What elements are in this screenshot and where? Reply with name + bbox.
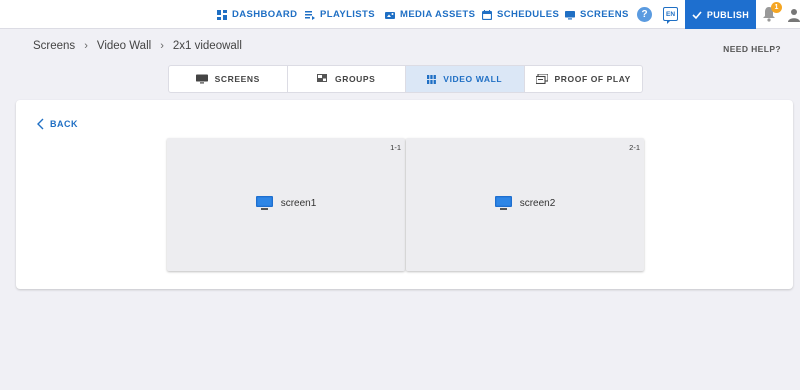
- nav-media-assets[interactable]: MEDIA ASSETS: [385, 0, 475, 29]
- tab-video-wall-label: VIDEO WALL: [443, 74, 503, 84]
- groups-icon: [317, 74, 328, 82]
- nav-playlists-label: PLAYLISTS: [320, 9, 375, 20]
- tab-screens[interactable]: SCREENS: [169, 66, 288, 92]
- chevron-right-icon: ›: [160, 40, 164, 52]
- media-icon: [385, 11, 395, 19]
- nav-media-assets-label: MEDIA ASSETS: [400, 9, 476, 20]
- nav-schedules-label: SCHEDULES: [497, 9, 560, 20]
- nav-screens[interactable]: SCREENS: [565, 0, 629, 29]
- monitor-icon: [195, 74, 208, 84]
- nav-screens-label: SCREENS: [580, 9, 629, 20]
- help-icon[interactable]: ?: [637, 7, 652, 22]
- top-nav-bar: DASHBOARD PLAYLISTS MEDIA ASSETS SCHEDUL…: [0, 0, 800, 29]
- chevron-right-icon: ›: [84, 40, 88, 52]
- tab-proof-of-play-label: PROOF OF PLAY: [554, 74, 631, 84]
- breadcrumb-video-wall[interactable]: Video Wall: [97, 40, 151, 52]
- proof-icon: [535, 74, 548, 84]
- notification-badge: 1: [771, 2, 782, 13]
- tab-screens-label: SCREENS: [214, 74, 260, 84]
- monitor-icon: [494, 196, 512, 210]
- calendar-icon: [482, 9, 492, 20]
- nav-schedules[interactable]: SCHEDULES: [482, 0, 559, 29]
- user-icon[interactable]: [788, 8, 800, 22]
- monitor-icon: [255, 196, 273, 210]
- breadcrumb: Screens › Video Wall › 2x1 videowall: [33, 40, 242, 52]
- publish-label: PUBLISH: [706, 9, 750, 20]
- videowall-cell[interactable]: 1-1 screen1: [167, 138, 405, 271]
- publish-button[interactable]: PUBLISH: [685, 0, 756, 29]
- playlist-icon: [305, 10, 315, 20]
- nav-dashboard[interactable]: DASHBOARD: [217, 0, 297, 29]
- tab-groups-label: GROUPS: [335, 74, 376, 84]
- tab-bar: SCREENS GROUPS VIDEO WALL PROOF OF PLAY: [168, 65, 643, 93]
- back-button[interactable]: BACK: [37, 118, 78, 130]
- cell-position: 1-1: [390, 143, 401, 152]
- tab-proof-of-play[interactable]: PROOF OF PLAY: [525, 66, 643, 92]
- language-selector[interactable]: EN: [663, 7, 678, 24]
- check-icon: [692, 10, 702, 19]
- back-label: BACK: [50, 119, 78, 129]
- videowall-cell[interactable]: 2-1 screen2: [406, 138, 644, 271]
- nav-playlists[interactable]: PLAYLISTS: [305, 0, 375, 29]
- monitor-icon: [565, 10, 575, 19]
- need-help-link[interactable]: NEED HELP?: [723, 44, 781, 54]
- screen-name: screen1: [280, 197, 317, 209]
- breadcrumb-current: 2x1 videowall: [172, 40, 242, 52]
- dashboard-icon: [217, 9, 227, 20]
- grid-icon: [427, 74, 437, 84]
- cell-position: 2-1: [629, 143, 640, 152]
- nav-dashboard-label: DASHBOARD: [232, 9, 298, 20]
- screen-name: screen2: [519, 197, 556, 209]
- tab-groups[interactable]: GROUPS: [288, 66, 406, 92]
- breadcrumb-screens[interactable]: Screens: [33, 40, 75, 52]
- tab-video-wall[interactable]: VIDEO WALL: [406, 66, 525, 92]
- chevron-left-icon: [37, 118, 44, 130]
